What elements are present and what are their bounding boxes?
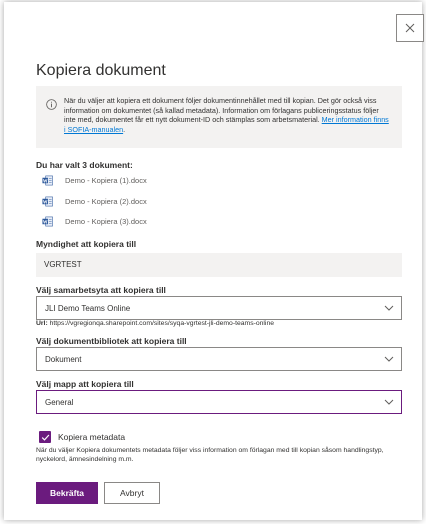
confirm-button[interactable]: Bekräfta: [36, 482, 98, 504]
selected-documents-label: Du har valt 3 dokument:: [36, 160, 133, 170]
chevron-down-icon: [384, 399, 394, 405]
document-item: Demo - Kopiera (2).docx: [42, 194, 147, 208]
document-name: Demo - Kopiera (1).docx: [65, 175, 147, 185]
cancel-button[interactable]: Avbryt: [104, 482, 160, 504]
copy-metadata-description: När du väljer Kopiera dokumentets metada…: [36, 447, 384, 464]
site-url: Url: https://vgregionqa.sharepoint.com/s…: [36, 320, 274, 327]
library-label: Välj dokumentbibliotek att kopiera till: [36, 336, 187, 346]
document-item: Demo - Kopiera (3).docx: [42, 214, 147, 228]
word-doc-icon: [42, 175, 53, 185]
info-message: När du väljer att kopiera ett dokument f…: [36, 86, 402, 148]
library-dropdown[interactable]: Dokument: [36, 347, 402, 371]
close-button[interactable]: [396, 14, 424, 42]
url-label: Url:: [36, 320, 48, 327]
document-name: Demo - Kopiera (3).docx: [65, 216, 147, 226]
checkmark-icon: [41, 434, 49, 441]
info-icon: [46, 99, 57, 110]
library-selected-value: Dokument: [45, 355, 82, 364]
site-selected-value: JLI Demo Teams Online: [45, 304, 131, 313]
authority-label: Myndighet att kopiera till: [36, 239, 137, 249]
chevron-down-icon: [384, 305, 394, 311]
word-doc-icon: [42, 216, 53, 226]
document-name: Demo - Kopiera (2).docx: [65, 196, 147, 206]
folder-dropdown[interactable]: General: [36, 390, 402, 414]
site-dropdown[interactable]: JLI Demo Teams Online: [36, 296, 402, 320]
authority-field: VGRTEST: [36, 253, 402, 277]
copy-metadata-checkbox[interactable]: [39, 431, 51, 443]
folder-label: Välj mapp att kopiera till: [36, 379, 134, 389]
site-label: Välj samarbetsyta att kopiera till: [36, 285, 166, 295]
folder-selected-value: General: [45, 398, 74, 407]
copy-document-dialog: Kopiera dokument När du väljer att kopie…: [4, 2, 424, 520]
chevron-down-icon: [384, 356, 394, 362]
close-icon: [405, 23, 415, 33]
dialog-title: Kopiera dokument: [36, 62, 166, 79]
document-item: Demo - Kopiera (1).docx: [42, 173, 147, 187]
url-value: https://vgregionqa.sharepoint.com/sites/…: [49, 320, 275, 327]
word-doc-icon: [42, 196, 53, 206]
info-text: När du väljer att kopiera ett dokument f…: [64, 96, 389, 134]
copy-metadata-label[interactable]: Kopiera metadata: [58, 432, 125, 442]
